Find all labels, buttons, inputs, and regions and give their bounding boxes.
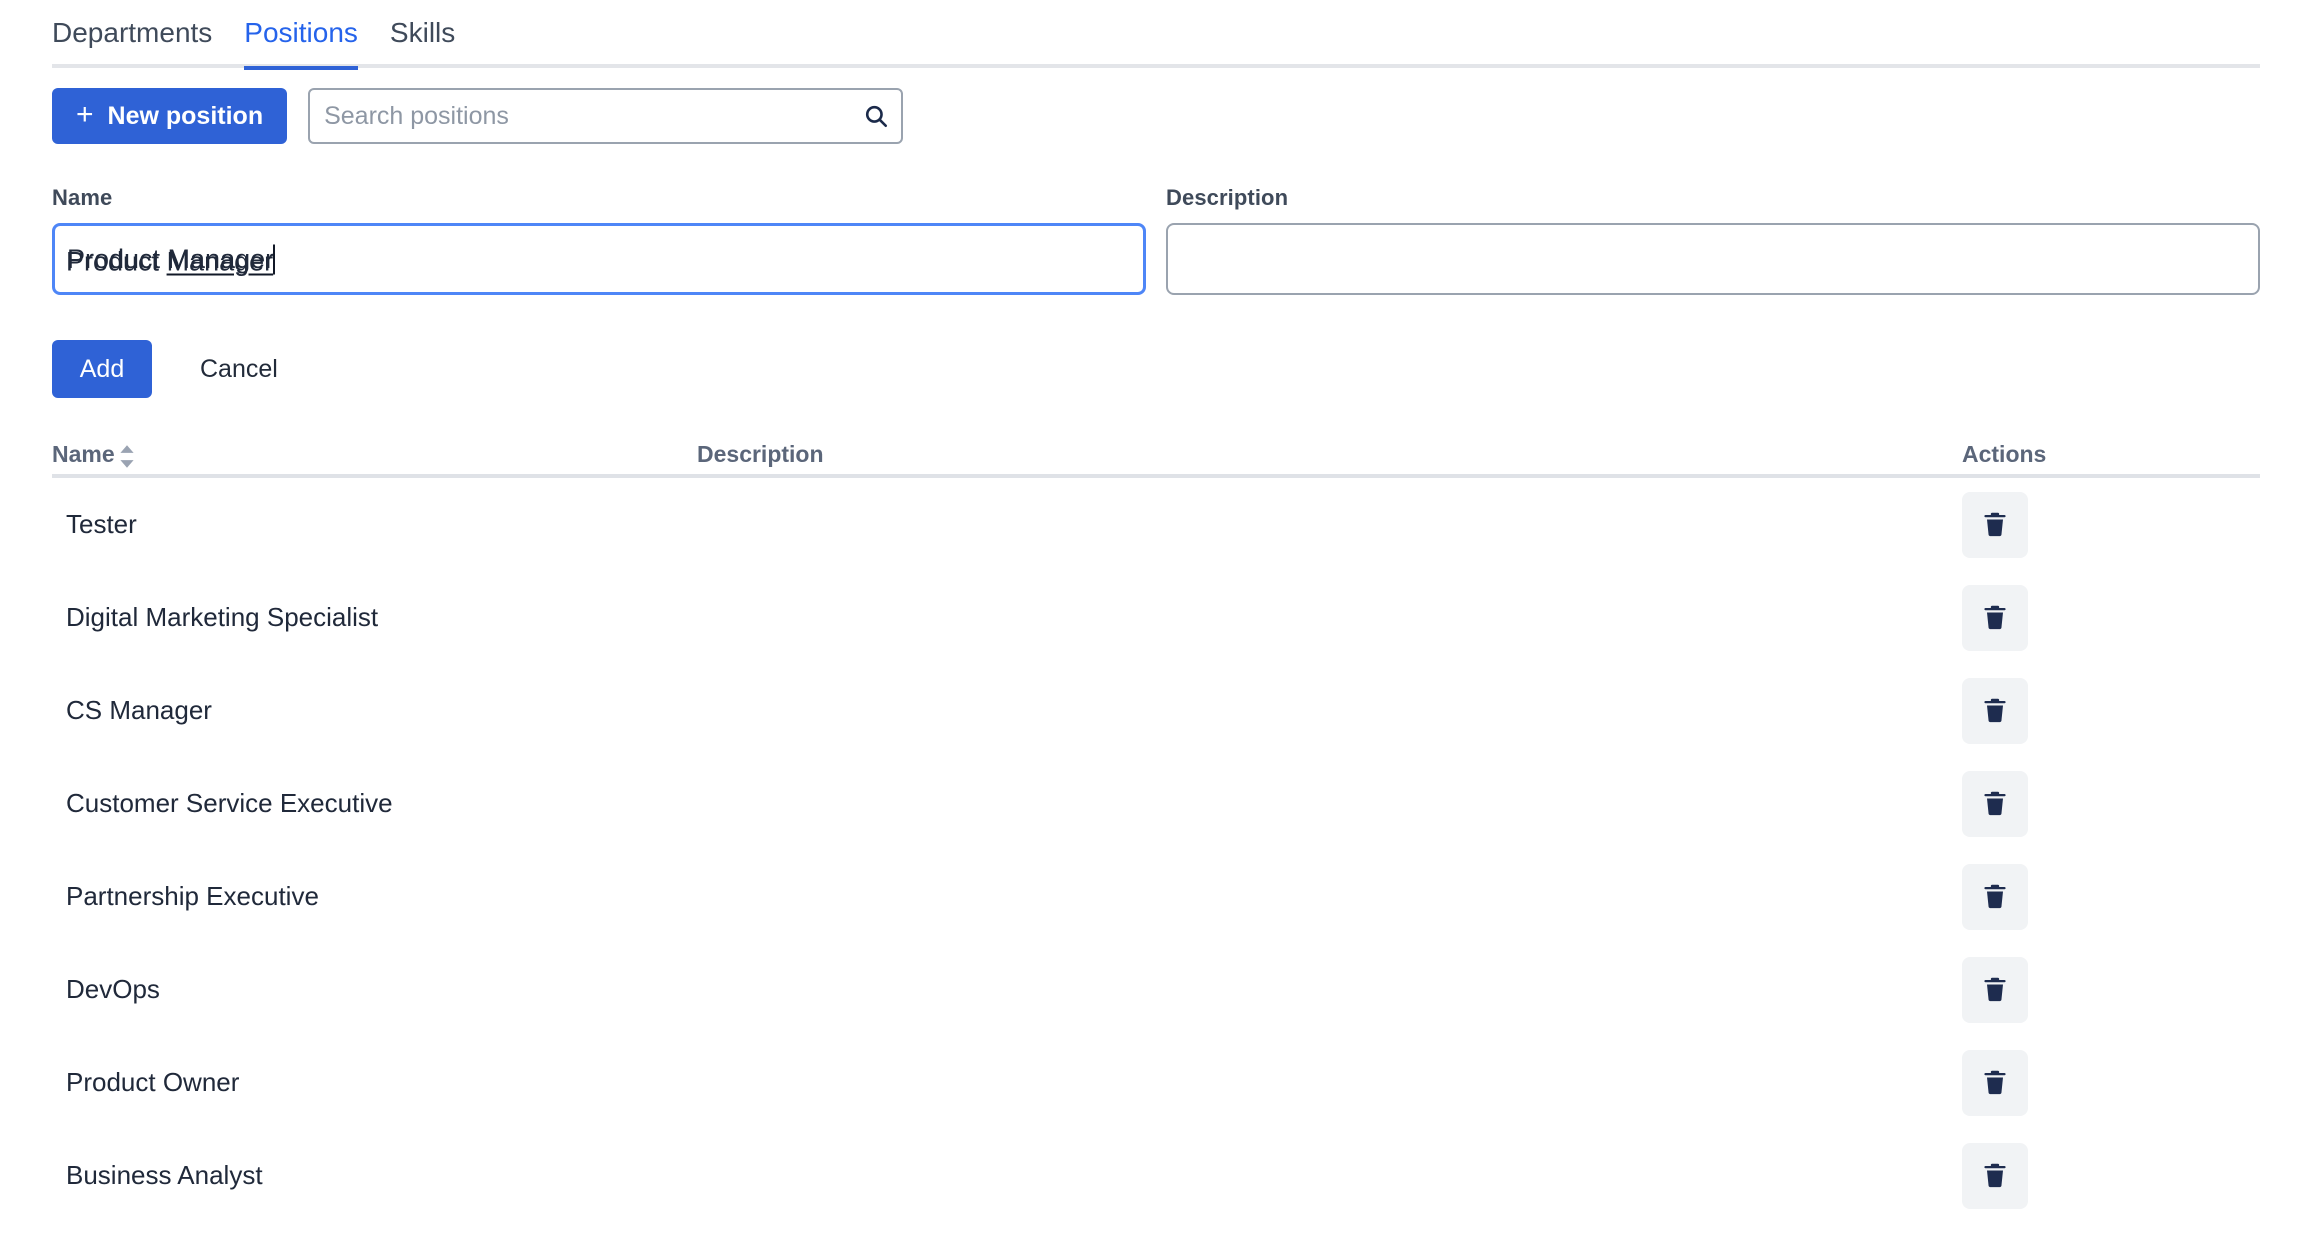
positions-page: Departments Positions Skills + New posit… <box>0 0 2312 1260</box>
new-position-button-label: New position <box>107 101 264 130</box>
search-field-wrapper <box>308 88 904 144</box>
cell-actions <box>1962 1049 2260 1116</box>
cell-actions <box>1962 1142 2260 1209</box>
column-header-description-label: Description <box>697 441 824 467</box>
tab-departments-label: Departments <box>52 17 213 48</box>
cell-actions <box>1962 584 2260 651</box>
delete-row-button[interactable] <box>1962 770 2028 837</box>
description-field-group: Description <box>1166 185 2260 295</box>
table-row[interactable]: CS Manager <box>52 664 2260 757</box>
cancel-button[interactable]: Cancel <box>192 355 286 384</box>
cell-actions <box>1962 677 2260 744</box>
positions-toolbar: + New position <box>52 88 904 144</box>
plus-icon: + <box>76 98 94 131</box>
description-input[interactable] <box>1166 223 2260 295</box>
cancel-button-label: Cancel <box>200 354 278 383</box>
table-row[interactable]: Tester <box>52 478 2260 571</box>
table-row[interactable]: Customer Service Executive <box>52 757 2260 850</box>
form-action-buttons: Add Cancel <box>52 340 286 398</box>
table-row[interactable]: DevOps <box>52 943 2260 1036</box>
table-row[interactable]: Product Owner <box>52 1036 2260 1129</box>
column-header-actions: Actions <box>1962 441 2260 468</box>
cell-name: Product Owner <box>66 1067 240 1097</box>
new-position-button[interactable]: + New position <box>52 88 288 144</box>
delete-row-button[interactable] <box>1962 677 2028 744</box>
cell-name: Customer Service Executive <box>66 788 393 818</box>
tab-skills[interactable]: Skills <box>374 10 471 66</box>
cell-name: Tester <box>66 509 137 539</box>
delete-row-button[interactable] <box>1962 1049 2028 1116</box>
cell-actions <box>1962 863 2260 930</box>
column-header-actions-label: Actions <box>1962 441 2047 467</box>
table-row[interactable]: Digital Marketing Specialist <box>52 571 2260 664</box>
table-row[interactable]: Partnership Executive <box>52 850 2260 943</box>
trash-icon <box>1980 603 2010 633</box>
name-input-wrapper: Product Manager <box>52 223 1146 295</box>
delete-row-button[interactable] <box>1962 956 2028 1023</box>
cell-name: Digital Marketing Specialist <box>66 602 379 632</box>
cell-actions <box>1962 956 2260 1023</box>
delete-row-button[interactable] <box>1962 584 2028 651</box>
delete-row-button[interactable] <box>1962 863 2028 930</box>
delete-row-button[interactable] <box>1962 1142 2028 1209</box>
tab-positions[interactable]: Positions <box>228 10 374 70</box>
table-body: Tester Digital Marketing Specialist CS M… <box>52 478 2260 1222</box>
table-header-row: Name Description Actions <box>52 430 2260 478</box>
add-button-label: Add <box>79 354 125 383</box>
column-header-description: Description <box>697 441 1962 468</box>
name-field-label: Name <box>52 185 113 210</box>
cell-name: CS Manager <box>66 695 212 725</box>
add-position-form: Name Product Manager Description <box>52 185 2260 295</box>
cell-name: DevOps <box>66 974 160 1004</box>
trash-icon <box>1980 1068 2010 1098</box>
trash-icon <box>1980 882 2010 912</box>
name-input[interactable] <box>52 223 1146 295</box>
tab-positions-label: Positions <box>244 17 358 48</box>
cell-name: Business Analyst <box>66 1160 263 1190</box>
search-input[interactable] <box>308 88 904 144</box>
tab-departments[interactable]: Departments <box>52 10 228 66</box>
trash-icon <box>1980 975 2010 1005</box>
trash-icon <box>1980 1161 2010 1191</box>
cell-actions <box>1962 491 2260 558</box>
column-header-name-label: Name <box>52 441 115 467</box>
description-field-label: Description <box>1166 185 1289 210</box>
trash-icon <box>1980 696 2010 726</box>
name-field-group: Name Product Manager <box>52 185 1146 295</box>
trash-icon <box>1980 510 2010 540</box>
delete-row-button[interactable] <box>1962 491 2028 558</box>
cell-actions <box>1962 770 2260 837</box>
add-button[interactable]: Add <box>52 340 152 398</box>
column-header-name[interactable]: Name <box>52 441 697 468</box>
positions-table: Name Description Actions Tester Digital … <box>52 430 2260 1222</box>
settings-tabbar: Departments Positions Skills <box>52 10 2260 70</box>
tab-skills-label: Skills <box>389 17 456 48</box>
trash-icon <box>1980 789 2010 819</box>
cell-name: Partnership Executive <box>66 881 319 911</box>
table-row[interactable]: Business Analyst <box>52 1129 2260 1222</box>
sort-updown-icon <box>118 443 136 468</box>
